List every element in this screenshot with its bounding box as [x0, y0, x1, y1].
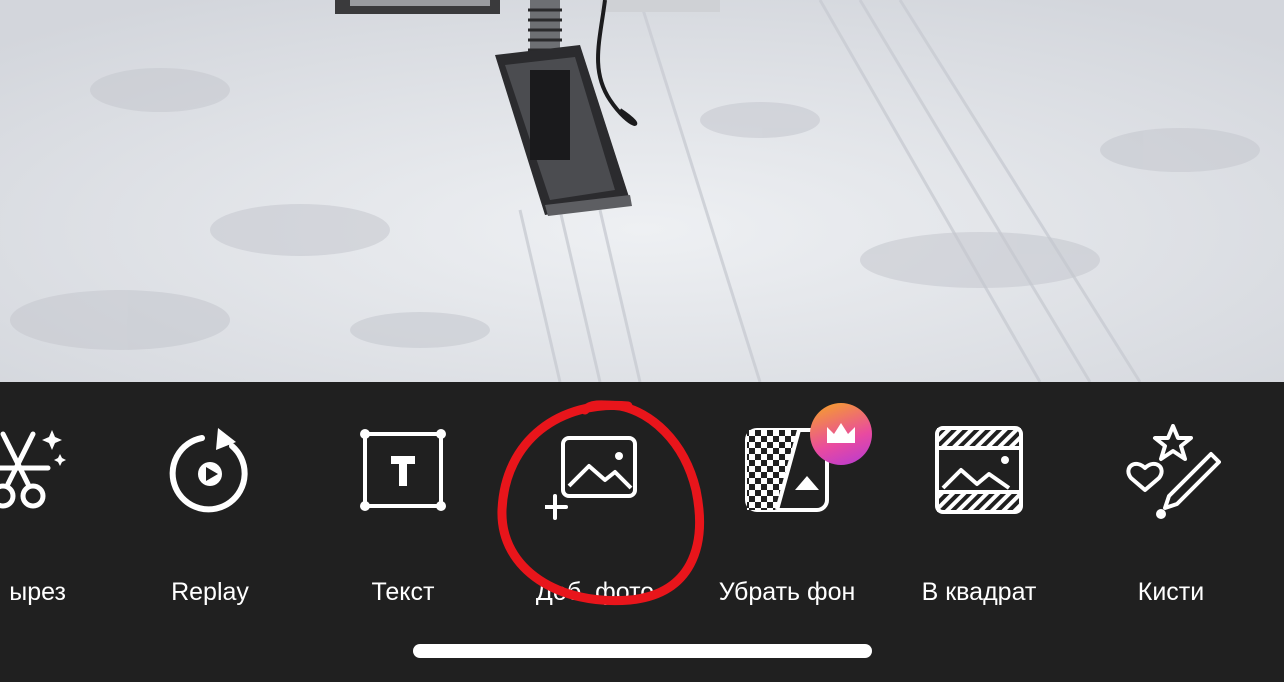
tool-square-label: В квадрат [921, 578, 1037, 606]
replay-play-icon [160, 424, 260, 524]
square-fit-icon [929, 424, 1029, 524]
text-box-icon [353, 424, 453, 524]
scissors-sparkle-icon [0, 424, 68, 524]
tool-text-label: Текст [371, 578, 435, 606]
tool-replay[interactable]: Replay [120, 424, 300, 606]
photo-image [0, 0, 1284, 382]
tool-text[interactable]: Текст [313, 424, 493, 606]
photo-canvas[interactable] [0, 0, 1284, 382]
tool-brushes-label: Кисти [1137, 578, 1205, 606]
add-photo-icon [542, 424, 645, 524]
tool-brushes[interactable]: Кисти [1081, 424, 1261, 606]
tool-remove-background[interactable]: Убрать фон [697, 403, 877, 606]
tool-square[interactable]: В квадрат [889, 424, 1069, 606]
tool-replay-label: Replay [171, 578, 249, 606]
brush-star-icon [1121, 424, 1221, 524]
tool-cutout[interactable]: ырез [0, 424, 108, 606]
tool-add-photo[interactable]: Доб. фото [505, 424, 685, 606]
home-indicator[interactable] [413, 644, 872, 658]
tool-cutout-label: ырез [9, 578, 66, 606]
tool-remove-background-label: Убрать фон [718, 578, 856, 606]
tool-add-photo-label: Доб. фото [535, 578, 655, 606]
premium-crown-icon [810, 403, 872, 465]
